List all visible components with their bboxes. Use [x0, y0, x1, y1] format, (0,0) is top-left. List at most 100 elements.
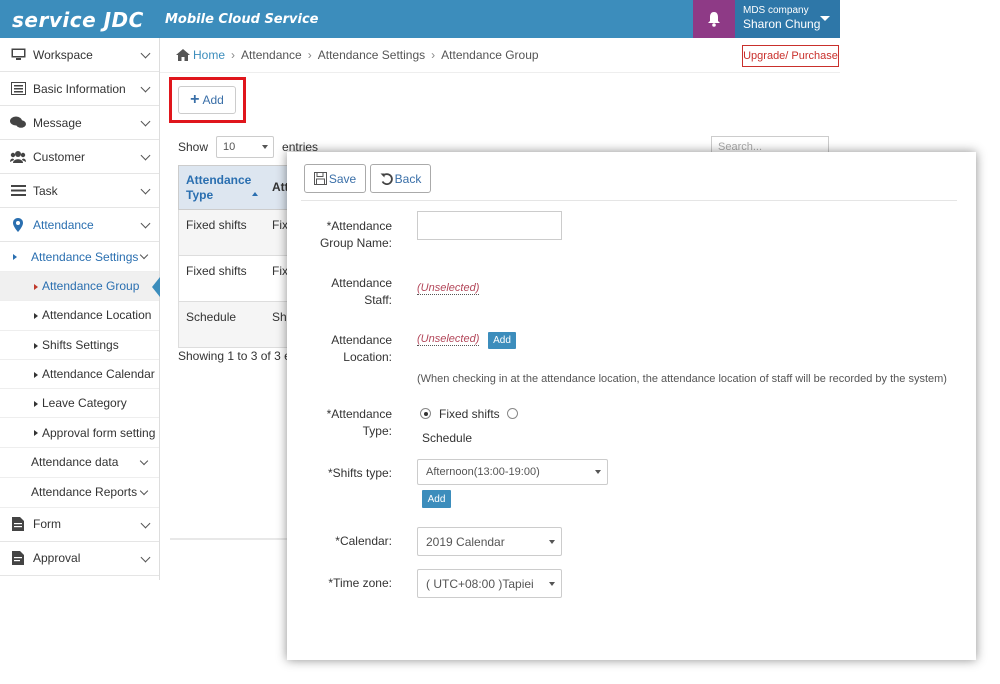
caret-down-icon: [549, 582, 555, 586]
add-group-button[interactable]: + Add: [178, 86, 236, 114]
breadcrumb-item: Attendance Group: [441, 48, 539, 62]
users-icon: [10, 149, 26, 165]
table-row[interactable]: Fixed shifts Fix: [178, 210, 288, 256]
location-label: Attendance Location:: [331, 333, 392, 364]
time-zone-value: ( UTC+08:00 )Tapiei: [426, 576, 534, 591]
add-shift-button[interactable]: Add: [422, 490, 451, 508]
sidebar-item-attendance-location[interactable]: Attendance Location: [0, 301, 159, 331]
shifts-type-select[interactable]: Afternoon(13:00-19:00): [417, 459, 608, 485]
breadcrumb-home-link[interactable]: Home: [193, 48, 225, 62]
breadcrumb-item[interactable]: Attendance Settings: [318, 48, 425, 62]
floppy-disk-icon: [313, 172, 327, 185]
notification-button[interactable]: [693, 0, 735, 38]
user-menu[interactable]: MDS company Sharon Chung: [735, 0, 840, 38]
sidebar-item-label: Attendance Settings: [31, 249, 139, 264]
sidebar-item-label: Attendance Reports: [31, 485, 138, 500]
sidebar-item-attendance-data[interactable]: Attendance data: [0, 448, 159, 478]
fixed-shifts-radio[interactable]: [420, 408, 431, 419]
chevron-down-icon: [140, 82, 151, 93]
sidebar-item-label: Attendance Calendar: [42, 367, 155, 382]
table-info: Showing 1 to 3 of 3 e: [178, 349, 291, 363]
breadcrumb-item[interactable]: Attendance: [241, 48, 302, 62]
sidebar-item-attendance-reports[interactable]: Attendance Reports: [0, 478, 159, 508]
chevron-down-icon: [140, 218, 151, 229]
upgrade-purchase-button[interactable]: Upgrade/ Purchase: [742, 45, 839, 67]
chevron-down-icon: [140, 116, 151, 127]
chevron-down-icon: [140, 518, 151, 529]
sidebar-item-label: Customer: [33, 149, 86, 164]
plus-icon: +: [190, 91, 200, 108]
caret-right-icon: [34, 430, 38, 437]
chevron-down-icon: [140, 150, 151, 161]
schedule-label: Schedule: [422, 431, 473, 445]
sidebar-item-label: Form: [33, 517, 61, 532]
attendance-type-label: *Attendance Type:: [326, 407, 392, 438]
list-icon: [10, 81, 26, 97]
add-location-button[interactable]: Add: [488, 332, 516, 349]
location-select-link[interactable]: (Unselected): [417, 333, 480, 346]
divider: [301, 200, 957, 201]
entries-select-value: 10: [223, 141, 236, 153]
calendar-label: *Calendar:: [335, 534, 392, 548]
schedule-radio[interactable]: [507, 408, 518, 419]
sidebar-item-approval[interactable]: Approval: [0, 542, 159, 576]
document-icon: [10, 516, 26, 532]
table-cell: Fix: [272, 264, 288, 278]
sidebar-item-basic-information[interactable]: Basic Information: [0, 72, 159, 106]
table-cell: Fix: [272, 218, 288, 232]
sidebar-item-label: Attendance data: [31, 455, 119, 470]
entries-select[interactable]: 10: [216, 136, 275, 158]
save-button[interactable]: Save: [304, 164, 366, 193]
table-row[interactable]: Fixed shifts Fix: [178, 256, 288, 302]
sidebar-item-shifts-settings[interactable]: Shifts Settings: [0, 331, 159, 360]
sidebar-item-label: Shifts Settings: [42, 337, 119, 352]
sidebar-item-attendance-settings[interactable]: Attendance Settings: [0, 242, 159, 272]
table-row[interactable]: Schedule Shi: [178, 302, 289, 348]
sidebar-item-label: Message: [33, 115, 82, 130]
table-header[interactable]: Attendance Type Att: [178, 165, 289, 210]
table-cell: Fixed shifts: [186, 264, 247, 278]
chevron-down-icon: [140, 184, 151, 195]
time-zone-select[interactable]: ( UTC+08:00 )Tapiei: [417, 569, 562, 598]
staff-select-link[interactable]: (Unselected): [417, 282, 480, 295]
home-icon: [176, 49, 190, 61]
chevron-down-icon: [140, 552, 151, 563]
caret-down-icon: [262, 145, 269, 149]
divider: [160, 72, 840, 73]
back-button[interactable]: Back: [370, 164, 431, 193]
chevron-down-icon: [139, 456, 149, 466]
breadcrumb-separator: ›: [231, 48, 236, 62]
bell-icon: [708, 12, 720, 27]
sidebar: Workspace Basic Information Message Cust…: [0, 38, 160, 580]
calendar-select[interactable]: 2019 Calendar: [417, 527, 562, 556]
caret-down-icon: [820, 16, 830, 21]
sidebar-item-task[interactable]: Task: [0, 174, 159, 208]
column-header-attendance-type[interactable]: Attendance Type: [186, 173, 256, 202]
sidebar-item-label: Task: [33, 183, 58, 198]
sidebar-item-customer[interactable]: Customer: [0, 140, 159, 174]
sidebar-item-workspace[interactable]: Workspace: [0, 38, 159, 72]
caret-right-icon: [34, 401, 38, 408]
sidebar-item-attendance[interactable]: Attendance: [0, 208, 159, 242]
sidebar-item-approval-form-setting[interactable]: Approval form setting: [0, 418, 159, 448]
sidebar-item-leave-category[interactable]: Leave Category: [0, 389, 159, 419]
brand-subtitle: Mobile Cloud Service: [165, 12, 319, 27]
shifts-type-value: Afternoon(13:00-19:00): [426, 466, 540, 478]
top-bar: service JDC Mobile Cloud Service MDS com…: [0, 0, 840, 38]
sidebar-item-attendance-group[interactable]: Attendance Group: [0, 272, 160, 302]
sidebar-item-label: Workspace: [33, 47, 93, 62]
staff-label: Attendance Staff:: [331, 276, 392, 307]
undo-icon: [380, 172, 393, 185]
chevron-down-icon: [139, 486, 149, 496]
brand-logo[interactable]: service JDC: [12, 8, 144, 32]
sidebar-item-attendance-calendar[interactable]: Attendance Calendar: [0, 360, 159, 390]
table-cell: Schedule: [186, 310, 237, 324]
sidebar-item-label: Approval: [33, 551, 81, 566]
sidebar-item-form[interactable]: Form: [0, 508, 159, 542]
caret-down-icon: [595, 470, 601, 474]
breadcrumb-separator: ›: [431, 48, 436, 62]
group-name-input[interactable]: [417, 211, 562, 240]
sidebar-item-message[interactable]: Message: [0, 106, 159, 140]
back-button-label: Back: [394, 171, 422, 186]
caret-right-icon: [34, 342, 38, 349]
